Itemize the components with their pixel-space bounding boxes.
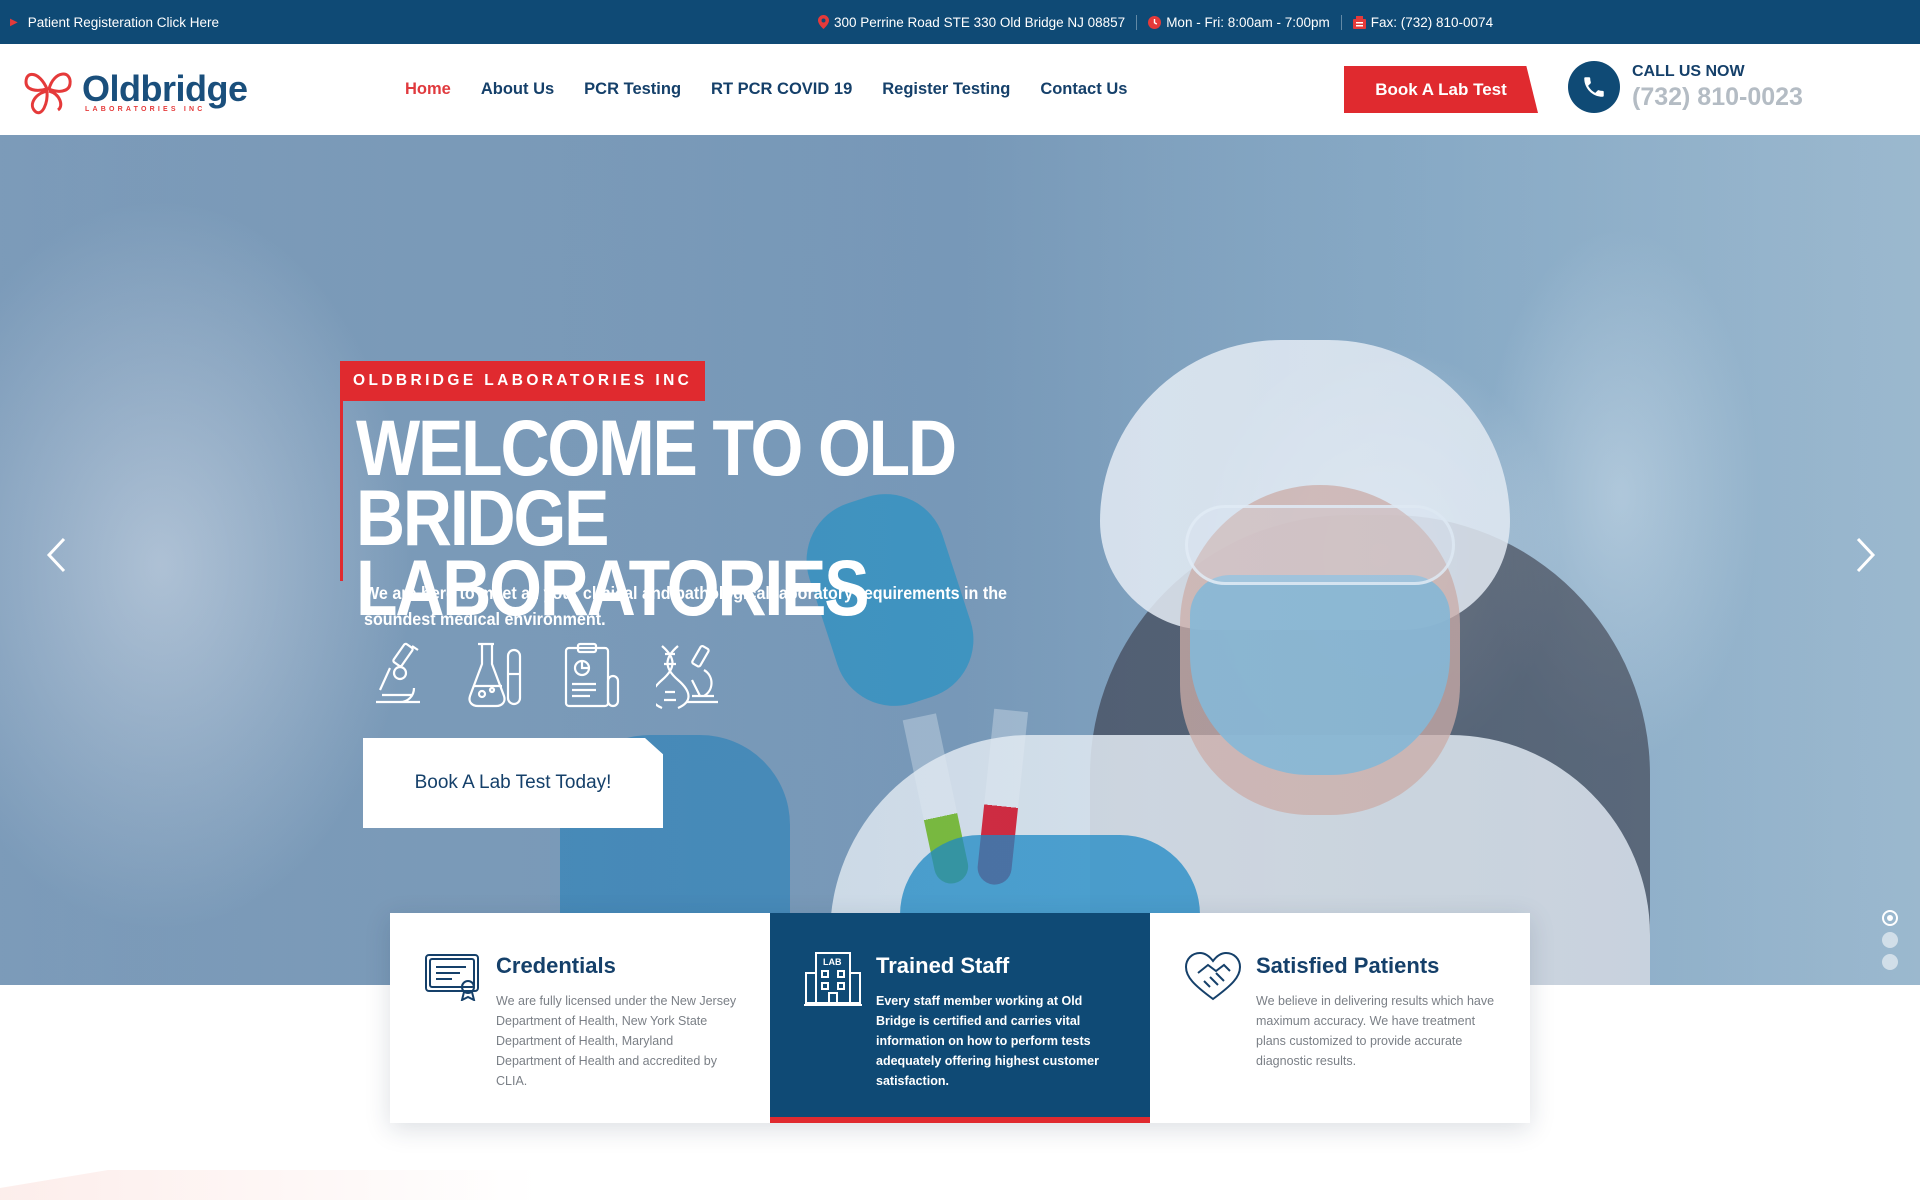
main-nav: Home About Us PCR Testing RT PCR COVID 1… [405,44,1127,135]
heart-handshake-icon [1184,951,1244,1123]
certificate-icon [424,951,484,1123]
site-header: Oldbridge LABORATORIES INC Home About Us… [0,44,1920,135]
flask-test-tube-icon [464,640,528,710]
fax-item: Fax: (732) 810-0074 [1340,14,1504,30]
feature-card-credentials: Credentials We are fully licensed under … [390,913,770,1123]
feature-text: Every staff member working at Old Bridge… [876,994,1099,1088]
logo-name: Oldbridge [82,68,248,109]
fax-icon [1352,15,1366,29]
chevron-right-icon: ▶ [10,16,18,28]
feature-title: Satisfied Patients [1256,953,1440,978]
nav-rt-pcr-covid-19[interactable]: RT PCR COVID 19 [711,80,852,99]
feature-title: Trained Staff [876,953,1010,978]
call-us-block[interactable]: CALL US NOW (732) 810-0023 [1568,61,1803,113]
hero-tag: OLDBRIDGE LABORATORIES INC [340,361,706,401]
hero-slider: OLDBRIDGE LABORATORIES INC WELCOME TO OL… [0,135,1920,985]
nav-contact-us[interactable]: Contact Us [1040,80,1127,99]
nav-about-us[interactable]: About Us [481,80,554,99]
slider-dot-1[interactable] [1882,910,1898,926]
book-lab-test-today-button[interactable]: Book A Lab Test Today! [363,738,663,828]
location-pin-icon [818,15,829,29]
hero-subtitle: We are here to meet all your clinical an… [364,583,1007,629]
top-bar: ▶ Patient Registeration Click Here 300 P… [0,0,1920,44]
nav-home[interactable]: Home [405,80,451,99]
svg-text:LAB: LAB [823,957,842,967]
feature-text: We are fully licensed under the New Jers… [496,994,737,1088]
slider-dot-3[interactable] [1882,954,1898,970]
slider-prev-arrow[interactable] [36,535,76,575]
patient-registration-label: Patient Registeration Click Here [27,14,220,30]
dna-microscope-icon [650,640,720,710]
hours-item: Mon - Fri: 8:00am - 7:00pm [1136,14,1341,30]
patient-registration-link[interactable]: ▶ Patient Registeration Click Here [10,0,219,44]
decorative-shape [0,1170,540,1200]
feature-title: Credentials [496,953,616,978]
slider-pagination [1882,910,1898,970]
clock-icon [1148,15,1162,29]
lab-building-icon: LAB [804,951,864,1117]
address-item: 300 Perrine Road STE 330 Old Bridge NJ 0… [818,15,1136,30]
nav-pcr-testing[interactable]: PCR Testing [584,80,681,99]
address-text: 300 Perrine Road STE 330 Old Bridge NJ 0… [834,14,1126,30]
logo-subtitle: LABORATORIES INC [85,106,206,113]
clipboard-report-icon [560,640,624,710]
book-lab-test-button[interactable]: Book A Lab Test [1344,66,1538,113]
butterfly-logo-icon [20,62,76,123]
feature-text: We believe in delivering results which h… [1256,994,1495,1068]
call-us-label: CALL US NOW [1632,63,1745,80]
hero-service-icons [368,640,720,710]
microscope-icon [368,640,432,710]
hours-text: Mon - Fri: 8:00am - 7:00pm [1166,14,1330,30]
feature-card-satisfied-patients: Satisfied Patients We believe in deliver… [1150,913,1530,1123]
fax-text: Fax: (732) 810-0074 [1370,14,1494,30]
hero-accent-line [340,401,343,581]
slider-dot-2[interactable] [1882,932,1898,948]
feature-card-trained-staff: LAB Trained Staff Every staff member wor… [770,913,1150,1123]
phone-icon [1568,61,1620,113]
feature-cards: Credentials We are fully licensed under … [390,913,1530,1123]
contact-info: 300 Perrine Road STE 330 Old Bridge NJ 0… [818,0,1504,44]
nav-register-testing[interactable]: Register Testing [882,80,1010,99]
oldbridge-logo[interactable]: Oldbridge LABORATORIES INC [20,62,248,123]
slider-next-arrow[interactable] [1846,535,1886,575]
call-us-number[interactable]: (732) 810-0023 [1632,82,1803,112]
